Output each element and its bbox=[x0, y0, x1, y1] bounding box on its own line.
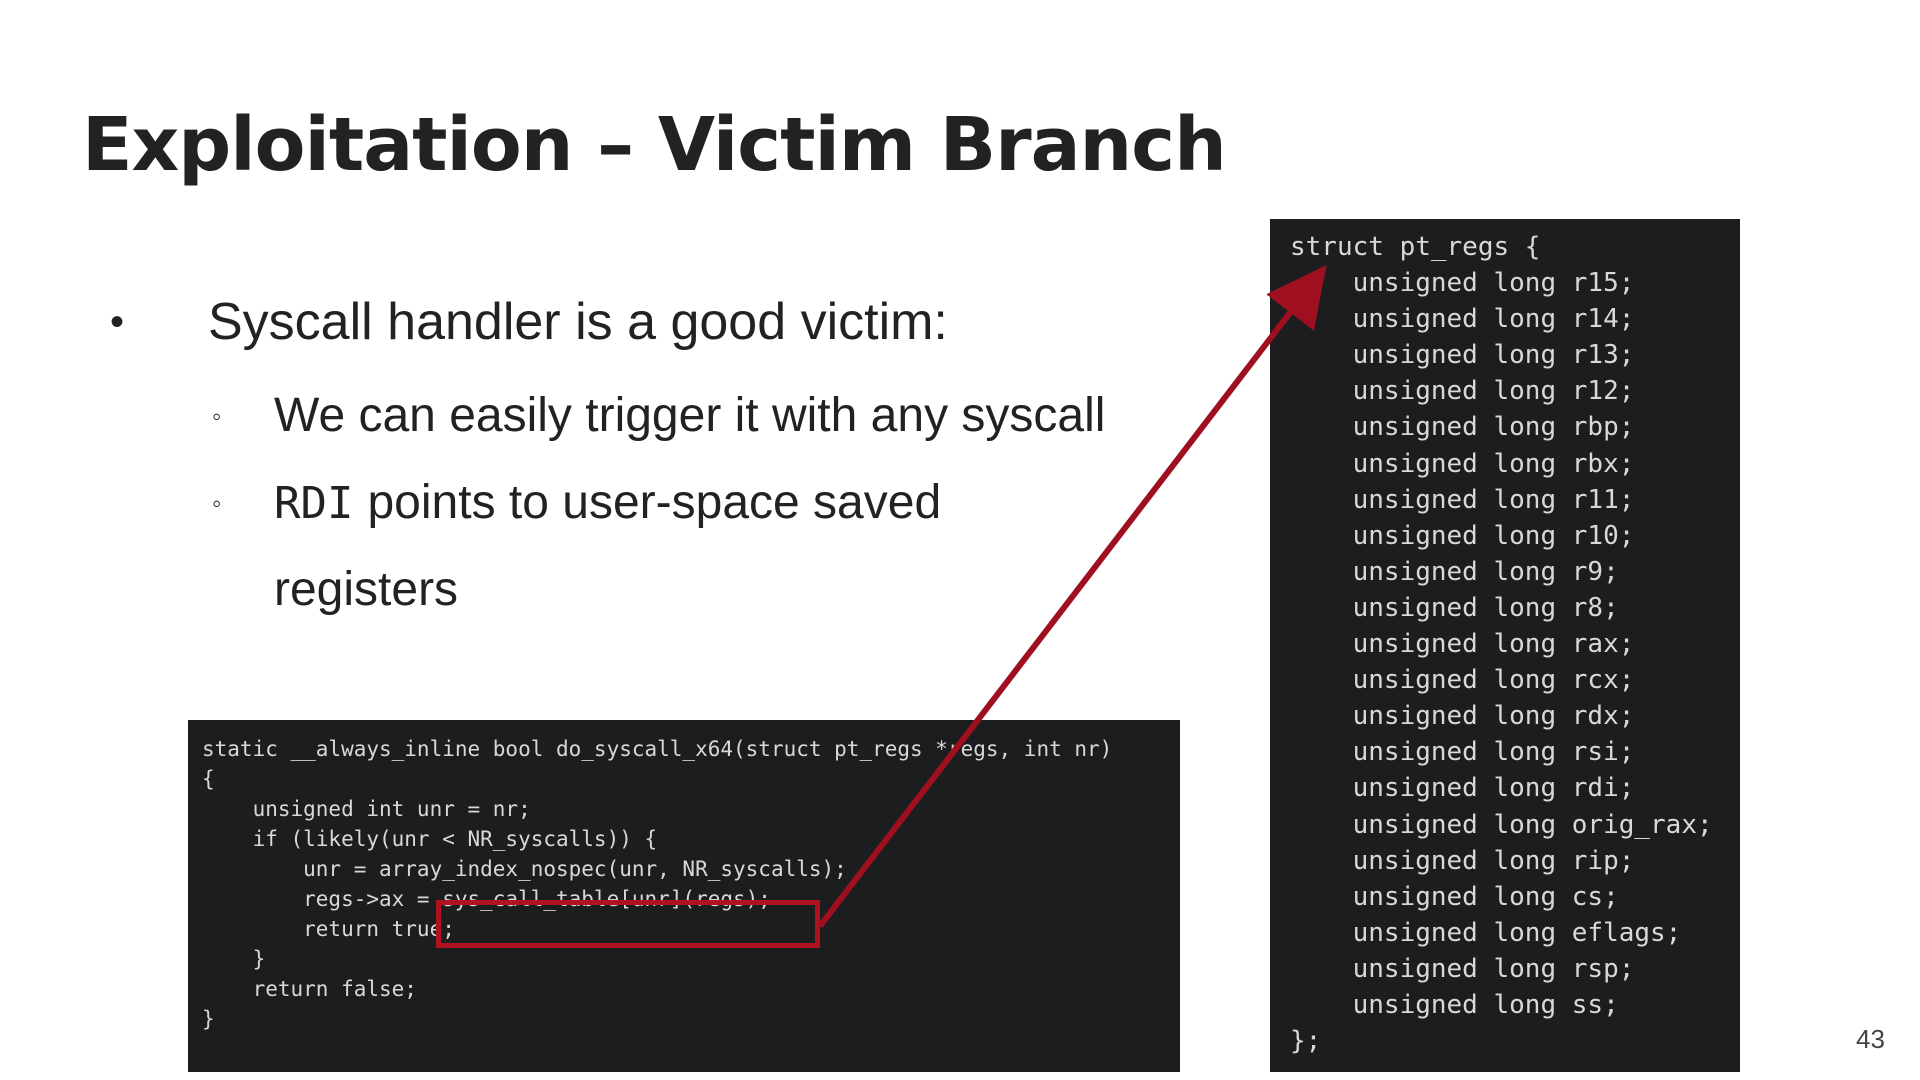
code-line: unsigned long rsi; bbox=[1290, 737, 1635, 768]
code-line: unsigned long rbx; bbox=[1290, 448, 1635, 479]
slide-title: Exploitation – Victim Branch bbox=[82, 102, 1227, 188]
code-line: unsigned long r9; bbox=[1290, 556, 1619, 587]
code-line: unsigned long ss; bbox=[1290, 989, 1619, 1020]
sub-bullet-text: points to user-space saved registers bbox=[274, 476, 942, 616]
code-line: unsigned long r13; bbox=[1290, 340, 1635, 371]
code-line: unsigned long cs; bbox=[1290, 881, 1619, 912]
sub-bullet-marker: ◦ bbox=[212, 401, 222, 431]
code-line: unsigned long r15; bbox=[1290, 268, 1635, 299]
code-line: unr = array_index_nospec(unr, NR_syscall… bbox=[202, 857, 847, 881]
code-block-pt-regs: struct pt_regs { unsigned long r15; unsi… bbox=[1270, 219, 1740, 1072]
code-line: unsigned long rcx; bbox=[1290, 665, 1635, 696]
code-line: unsigned long orig_rax; bbox=[1290, 809, 1713, 840]
code-line: return false; bbox=[202, 977, 417, 1001]
code-line: unsigned long r8; bbox=[1290, 592, 1619, 623]
bullet-marker: • bbox=[110, 300, 125, 344]
code-line: unsigned int unr = nr; bbox=[202, 797, 531, 821]
code-line: struct pt_regs { bbox=[1290, 232, 1541, 262]
code-line: unsigned long r10; bbox=[1290, 520, 1635, 551]
code-line: unsigned long r11; bbox=[1290, 484, 1635, 515]
code-line: unsigned long eflags; bbox=[1290, 917, 1682, 948]
code-line: unsigned long rdi; bbox=[1290, 773, 1635, 804]
code-block-do-syscall: static __always_inline bool do_syscall_x… bbox=[188, 720, 1180, 1072]
page-number: 43 bbox=[1856, 1024, 1885, 1054]
code-line: unsigned long rsp; bbox=[1290, 953, 1635, 984]
code-line: unsigned long r14; bbox=[1290, 304, 1635, 335]
code-line: } bbox=[202, 1007, 215, 1031]
code-line: unsigned long rdx; bbox=[1290, 701, 1635, 732]
code-line: }; bbox=[1290, 1026, 1322, 1057]
code-line: } bbox=[202, 947, 266, 971]
sub-bullet-marker: ◦ bbox=[212, 488, 222, 518]
bullet-text: Syscall handler is a good victim: bbox=[208, 293, 948, 351]
sub-bullet-text: We can easily trigger it with any syscal… bbox=[274, 389, 1106, 442]
code-line: { bbox=[202, 767, 215, 791]
sub-bullet-text-block: RDI points to user-space saved registers bbox=[274, 460, 994, 633]
code-line: static __always_inline bool do_syscall_x… bbox=[202, 737, 1113, 761]
code-line: unsigned long rbp; bbox=[1290, 412, 1635, 443]
inline-code-rdi: RDI bbox=[274, 478, 354, 529]
code-line: unsigned long rax; bbox=[1290, 629, 1635, 660]
code-line: if (likely(unr < NR_syscalls)) { bbox=[202, 827, 658, 851]
highlight-box bbox=[436, 900, 820, 948]
code-line: unsigned long rip; bbox=[1290, 845, 1635, 876]
code-line: unsigned long r12; bbox=[1290, 376, 1635, 407]
